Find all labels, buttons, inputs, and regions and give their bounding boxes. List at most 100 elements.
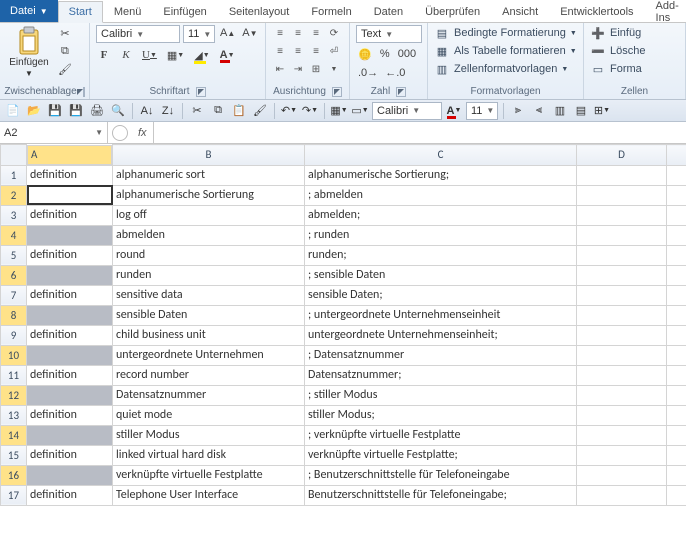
currency-button[interactable]: 🪙 [356, 46, 374, 62]
cell[interactable] [577, 245, 667, 265]
cell[interactable] [577, 265, 667, 285]
cell[interactable] [577, 465, 667, 485]
font-color-button[interactable]: A▼ [218, 47, 237, 63]
paste-button[interactable]: Einfügen▼ [6, 25, 52, 79]
cell[interactable]: ; untergeordnete Unternehmenseinheit [305, 305, 577, 325]
cell[interactable]: verknüpfte virtuelle Festplatte; [305, 445, 577, 465]
cell[interactable]: alphanumerische Sortierung; [305, 165, 577, 185]
decrease-font-button[interactable]: A▼ [240, 25, 259, 41]
cell[interactable] [667, 485, 686, 505]
cell[interactable]: round [113, 245, 305, 265]
row-header-8[interactable]: 8 [1, 305, 27, 325]
qat-cut-button[interactable]: ✂ [188, 102, 206, 120]
row-header-7[interactable]: 7 [1, 285, 27, 305]
column-header-B[interactable]: B [113, 145, 305, 166]
cell-styles-button[interactable]: ▥Zellenformatvorlagen ▼ [434, 61, 568, 77]
qat-font-size-select[interactable]: 11▼ [466, 102, 498, 120]
qat-sort-desc-button[interactable]: Z↓ [159, 102, 177, 120]
cell[interactable]: alphanumeric sort [113, 165, 305, 185]
qat-misc4-button[interactable]: ▤ [572, 102, 590, 120]
cell[interactable] [577, 205, 667, 225]
cell[interactable] [667, 285, 686, 305]
dialog-launcher[interactable] [83, 87, 85, 97]
row-header-5[interactable]: 5 [1, 245, 27, 265]
qat-saveall-button[interactable]: 💾 [67, 102, 85, 120]
ribbon-tab-entwicklertools[interactable]: Entwicklertools [549, 0, 644, 22]
cell[interactable]: Benutzerschnittstelle für Telefoneingabe… [305, 485, 577, 505]
wrap-text-button[interactable]: ⏎ [326, 43, 342, 59]
cell[interactable]: record number [113, 365, 305, 385]
row-header-11[interactable]: 11 [1, 365, 27, 385]
cell[interactable]: Telephone User Interface [113, 485, 305, 505]
cell[interactable] [667, 325, 686, 345]
thousands-button[interactable]: 000 [396, 46, 418, 62]
cell[interactable] [667, 465, 686, 485]
cell[interactable] [577, 425, 667, 445]
row-header-15[interactable]: 15 [1, 445, 27, 465]
cell[interactable]: definition [27, 205, 113, 225]
cell[interactable]: definition [27, 325, 113, 345]
cell[interactable]: log off [113, 205, 305, 225]
row-header-10[interactable]: 10 [1, 345, 27, 365]
cell[interactable]: stiller Modus; [305, 405, 577, 425]
number-format-select[interactable]: Text▼ [356, 25, 422, 43]
cell[interactable]: runden [113, 265, 305, 285]
cell[interactable]: ; abmelden [305, 185, 577, 205]
row-header-16[interactable]: 16 [1, 465, 27, 485]
qat-redo-button[interactable]: ↷▼ [301, 102, 319, 120]
qat-font-select[interactable]: Calibri▼ [372, 102, 442, 120]
qat-preview-button[interactable]: 🔍 [109, 102, 127, 120]
cell[interactable] [577, 305, 667, 325]
italic-button[interactable]: K [118, 47, 134, 63]
row-header-2[interactable]: 2 [1, 185, 27, 205]
insert-cells-button[interactable]: ➕Einfüg [590, 25, 641, 41]
cell[interactable] [577, 325, 667, 345]
row-header-6[interactable]: 6 [1, 265, 27, 285]
dialog-launcher[interactable] [196, 87, 206, 97]
cell[interactable] [27, 225, 113, 245]
cell[interactable] [667, 385, 686, 405]
column-header-A[interactable]: A [27, 145, 112, 165]
cell[interactable]: ; stiller Modus [305, 385, 577, 405]
cell[interactable]: child business unit [113, 325, 305, 345]
format-as-table-button[interactable]: ▦Als Tabelle formatieren ▼ [434, 43, 577, 59]
cell[interactable] [27, 385, 113, 405]
cell[interactable]: Datensatznummer; [305, 365, 577, 385]
cell[interactable]: ; Benutzerschnittstelle für Telefoneinga… [305, 465, 577, 485]
bold-button[interactable]: F [96, 47, 112, 63]
cell[interactable] [667, 165, 686, 185]
cell[interactable]: ; verknüpfte virtuelle Festplatte [305, 425, 577, 445]
decrease-decimal-button[interactable]: ←.0 [383, 65, 407, 81]
qat-font-color-button[interactable]: A▼ [445, 102, 463, 120]
qat-misc5-button[interactable]: ⊞▼ [593, 102, 611, 120]
fx-icon[interactable]: fx [138, 127, 147, 139]
ribbon-tab-einfügen[interactable]: Einfügen [152, 0, 217, 22]
increase-font-button[interactable]: A▲ [218, 25, 237, 41]
align-bottom-button[interactable]: ≡ [308, 25, 324, 41]
qat-misc2-button[interactable]: ⫷ [530, 102, 548, 120]
fill-color-button[interactable]: ◢▼ [192, 47, 211, 63]
cell[interactable]: linked virtual hard disk [113, 445, 305, 465]
cut-button[interactable]: ✂ [56, 25, 74, 41]
ribbon-tab-seitenlayout[interactable]: Seitenlayout [218, 0, 301, 22]
ribbon-tab-ansicht[interactable]: Ansicht [491, 0, 549, 22]
cell[interactable] [27, 345, 113, 365]
cell[interactable] [667, 245, 686, 265]
qat-misc3-button[interactable]: ▥ [551, 102, 569, 120]
cell[interactable] [577, 165, 667, 185]
cell[interactable] [577, 285, 667, 305]
align-top-button[interactable]: ≡ [272, 25, 288, 41]
ribbon-tab-add-ins[interactable]: Add-Ins [645, 0, 686, 22]
cell[interactable]: definition [27, 485, 113, 505]
merge-button[interactable]: ⊞ [308, 61, 324, 77]
font-size-select[interactable]: 11▼ [183, 25, 215, 43]
cell[interactable] [577, 185, 667, 205]
worksheet-grid[interactable]: ABCD 1definitionalphanumeric sortalphanu… [0, 144, 686, 506]
cell[interactable]: stiller Modus [113, 425, 305, 445]
cell[interactable]: sensible Daten; [305, 285, 577, 305]
cell[interactable] [27, 265, 113, 285]
cell[interactable] [577, 225, 667, 245]
merge-dropdown[interactable]: ▼ [326, 61, 342, 77]
ribbon-tab-überprüfen[interactable]: Überprüfen [414, 0, 491, 22]
cell[interactable]: untergeordnete Unternehmen [113, 345, 305, 365]
